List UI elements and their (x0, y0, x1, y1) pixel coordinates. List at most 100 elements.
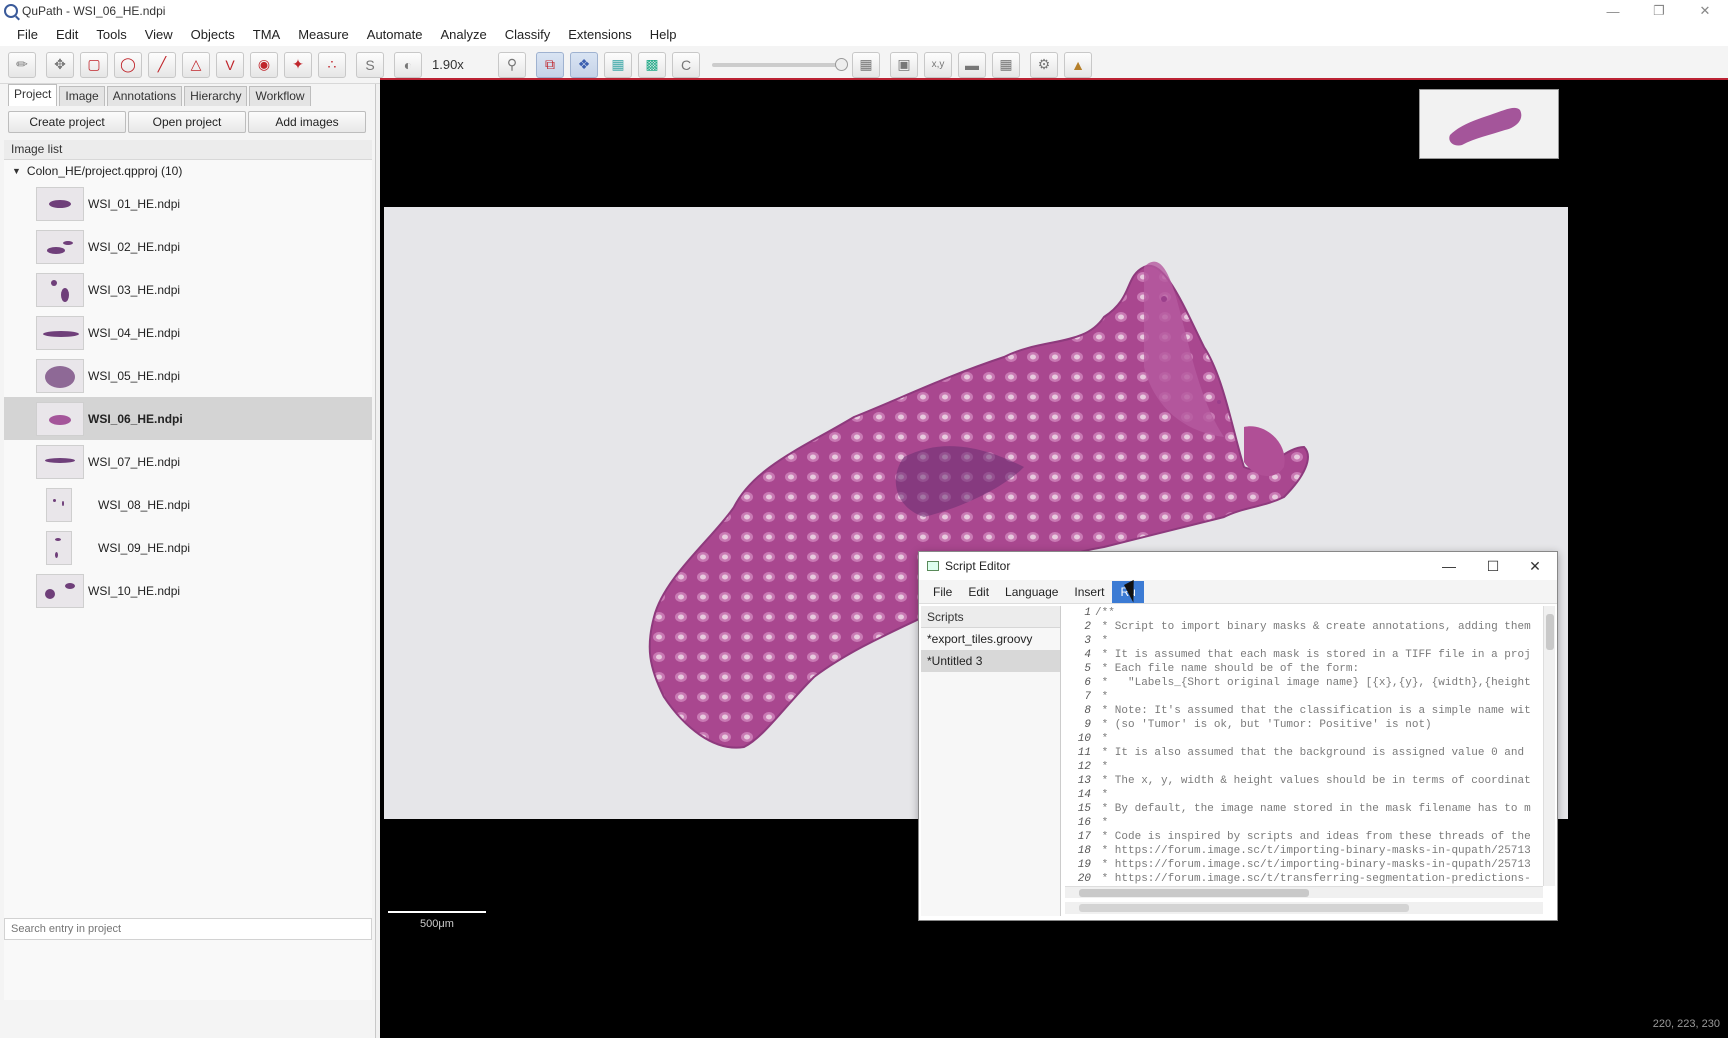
restore-icon[interactable]: ❐ (1636, 0, 1682, 22)
show-grid-icon[interactable]: ▦ (852, 51, 880, 78)
horizontal-scrollbar[interactable] (1065, 886, 1543, 898)
code-line[interactable]: 16 * (1065, 816, 1541, 830)
slider-thumb[interactable] (835, 57, 848, 71)
minimize-icon[interactable]: — (1590, 0, 1636, 22)
menu-classify[interactable]: Classify (496, 27, 560, 42)
script-editor-title-bar[interactable]: Script Editor — ☐ ✕ (919, 552, 1557, 580)
menu-file[interactable]: File (8, 27, 47, 42)
script-item[interactable]: *export_tiles.groovy (921, 628, 1060, 650)
maximize-icon[interactable]: ☐ (1473, 552, 1513, 580)
list-item-selected[interactable]: WSI_06_HE.ndpi (4, 397, 372, 440)
preferences-icon[interactable]: ⚙ (1030, 51, 1058, 78)
code-line[interactable]: 12 * (1065, 760, 1541, 774)
list-item[interactable]: WSI_07_HE.ndpi (4, 440, 372, 483)
log-icon[interactable]: ▲ (1064, 51, 1092, 78)
list-item[interactable]: WSI_10_HE.ndpi (4, 569, 372, 612)
code-line[interactable]: 9 * (so 'Tumor' is ok, but 'Tumor: Posit… (1065, 718, 1541, 732)
tab-annotations[interactable]: Annotations (106, 86, 183, 106)
code-line[interactable]: 11 * It is also assumed that the backgro… (1065, 746, 1541, 760)
tab-workflow[interactable]: Workflow (249, 86, 311, 106)
output-horizontal-scrollbar[interactable] (1065, 902, 1543, 914)
code-line[interactable]: 5 * Each file name should be of the form… (1065, 662, 1541, 676)
show-annotations-icon[interactable]: ⧉ (536, 51, 564, 78)
script-item-selected[interactable]: *Untitled 3 (921, 650, 1060, 672)
list-item[interactable]: WSI_08_HE.ndpi (4, 483, 372, 526)
pin-icon[interactable]: ✏ (8, 51, 36, 78)
tab-hierarchy[interactable]: Hierarchy (184, 86, 248, 106)
scrollbar-thumb[interactable] (1079, 904, 1409, 912)
overview-thumbnail[interactable] (1419, 89, 1559, 159)
scrollbar-thumb[interactable] (1079, 889, 1309, 897)
close-icon[interactable]: ✕ (1682, 0, 1728, 22)
list-item[interactable]: WSI_09_HE.ndpi (4, 526, 372, 569)
code-line[interactable]: 7 * (1065, 690, 1541, 704)
minimize-icon[interactable]: — (1429, 552, 1469, 580)
code-line[interactable]: 14 * (1065, 788, 1541, 802)
opacity-slider[interactable] (712, 57, 848, 71)
search-input[interactable] (4, 918, 372, 940)
list-item[interactable]: WSI_03_HE.ndpi (4, 268, 372, 311)
ellipse-icon[interactable]: ◯ (114, 51, 142, 78)
editor-menu-insert[interactable]: Insert (1066, 581, 1112, 603)
code-line[interactable]: 2 * Script to import binary masks & crea… (1065, 620, 1541, 634)
polygon-icon[interactable]: △ (182, 51, 210, 78)
menu-extensions[interactable]: Extensions (559, 27, 641, 42)
code-editor[interactable]: 1/** 2 * Script to import binary masks & … (1065, 606, 1541, 888)
menu-help[interactable]: Help (641, 27, 686, 42)
show-scalebar-icon[interactable]: ▬ (958, 51, 986, 78)
script-editor-window[interactable]: Script Editor — ☐ ✕ File Edit Language I… (918, 551, 1558, 921)
code-line[interactable]: 8 * Note: It's assumed that the classifi… (1065, 704, 1541, 718)
scrollbar-thumb[interactable] (1546, 614, 1554, 650)
menu-objects[interactable]: Objects (182, 27, 244, 42)
code-line[interactable]: 18 * https://forum.image.sc/t/importing-… (1065, 844, 1541, 858)
list-item[interactable]: WSI_05_HE.ndpi (4, 354, 372, 397)
points-icon[interactable]: ∴ (318, 51, 346, 78)
tab-image[interactable]: Image (59, 86, 105, 106)
line-icon[interactable]: ╱ (148, 51, 176, 78)
brightness-contrast-icon[interactable]: ◐ (394, 51, 422, 78)
menu-edit[interactable]: Edit (47, 27, 87, 42)
menu-tma[interactable]: TMA (244, 27, 289, 42)
menu-view[interactable]: View (136, 27, 182, 42)
code-line[interactable]: 1 /** (1065, 606, 1541, 620)
fill-detections-icon[interactable]: ▩ (638, 51, 666, 78)
show-cursor-location-icon[interactable]: x,y (924, 51, 952, 78)
list-item[interactable]: WSI_02_HE.ndpi (4, 225, 372, 268)
open-project-button[interactable]: Open project (128, 111, 246, 133)
menu-automate[interactable]: Automate (358, 27, 432, 42)
selection-mode-icon[interactable]: S (356, 51, 384, 78)
image-list-tree[interactable]: ▼ Colon_HE/project.qpproj (10) WSI_01_HE… (4, 160, 372, 1000)
show-overview-icon[interactable]: ▣ (890, 51, 918, 78)
move-icon[interactable]: ✥ (46, 51, 74, 78)
add-images-button[interactable]: Add images (248, 111, 366, 133)
menu-tools[interactable]: Tools (87, 27, 135, 42)
zoom-to-fit-icon[interactable]: ⚲ (498, 51, 526, 78)
code-line[interactable]: 13 * The x, y, width & height values sho… (1065, 774, 1541, 788)
wand-icon[interactable]: ✦ (284, 51, 312, 78)
show-detections-icon[interactable]: ▦ (604, 51, 632, 78)
list-item[interactable]: WSI_04_HE.ndpi (4, 311, 372, 354)
tab-project[interactable]: Project (8, 84, 58, 106)
code-line[interactable]: 15 * By default, the image name stored i… (1065, 802, 1541, 816)
editor-menu-edit[interactable]: Edit (960, 581, 997, 603)
list-item[interactable]: WSI_01_HE.ndpi (4, 182, 372, 225)
code-line[interactable]: 10 * (1065, 732, 1541, 746)
menu-measure[interactable]: Measure (289, 27, 358, 42)
code-line[interactable]: 6 * "Labels_{Short original image name} … (1065, 676, 1541, 690)
show-connections-icon[interactable]: C (672, 51, 700, 78)
project-root[interactable]: ▼ Colon_HE/project.qpproj (10) (4, 160, 372, 182)
close-icon[interactable]: ✕ (1515, 552, 1555, 580)
code-line[interactable]: 3 * (1065, 634, 1541, 648)
code-line[interactable]: 4 * It is assumed that each mask is stor… (1065, 648, 1541, 662)
show-tma-grid-icon[interactable]: ❖ (570, 51, 598, 78)
rectangle-icon[interactable]: ▢ (80, 51, 108, 78)
code-line[interactable]: 20 * https://forum.image.sc/t/transferri… (1065, 872, 1541, 886)
code-line[interactable]: 19 * https://forum.image.sc/t/importing-… (1065, 858, 1541, 872)
show-pixel-grid-icon[interactable]: ▦ (992, 51, 1020, 78)
menu-analyze[interactable]: Analyze (431, 27, 495, 42)
scripts-list[interactable]: Scripts *export_tiles.groovy *Untitled 3 (921, 606, 1061, 916)
brush-icon[interactable]: ◉ (250, 51, 278, 78)
code-line[interactable]: 17 * Code is inspired by scripts and ide… (1065, 830, 1541, 844)
vertical-scrollbar[interactable] (1543, 606, 1555, 886)
editor-menu-file[interactable]: File (925, 581, 960, 603)
